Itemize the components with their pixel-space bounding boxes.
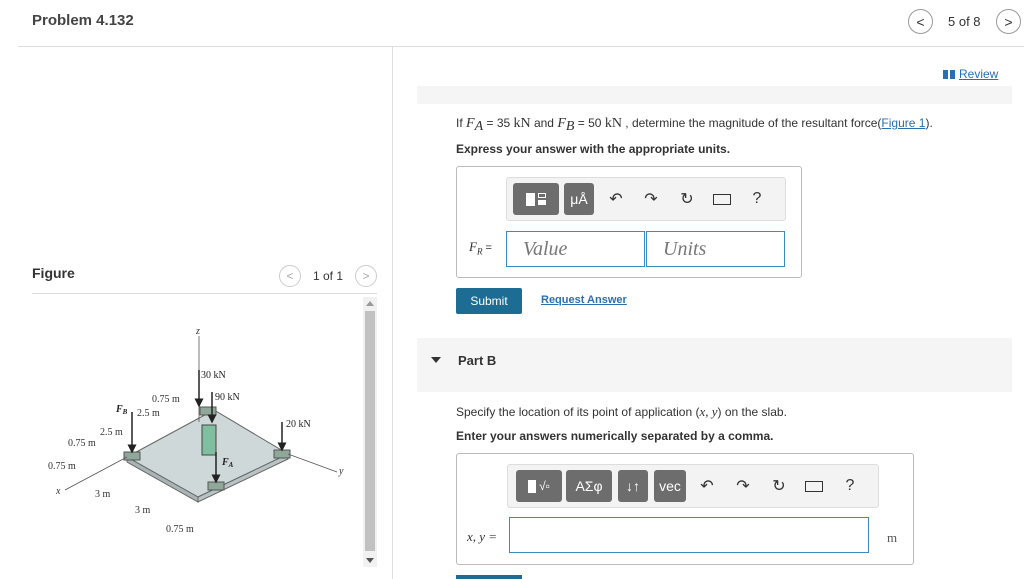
header-divider <box>18 46 1024 47</box>
chevron-left-icon: < <box>916 13 925 30</box>
template-icon: √▫ <box>528 479 550 493</box>
axis-y-label: y <box>338 466 344 477</box>
redo-icon[interactable]: ↷ <box>639 183 663 215</box>
dimension-label: 3 m <box>95 489 111 500</box>
part-b-instruction: Enter your answers numerically separated… <box>456 429 774 443</box>
chevron-right-icon: > <box>1004 13 1013 30</box>
xy-label: x, y = <box>467 529 498 544</box>
caret-down-icon[interactable] <box>431 357 441 363</box>
next-problem-button[interactable]: > <box>996 9 1021 34</box>
dimension-label: 0.75 m <box>166 524 194 535</box>
scroll-up-icon[interactable] <box>366 301 374 306</box>
dimension-label: 0.75 m <box>68 438 96 449</box>
units-button[interactable]: μÅ <box>564 183 594 215</box>
reset-icon[interactable]: ↻ <box>675 183 699 215</box>
dimension-label: 0.75 m <box>152 394 180 405</box>
axis-x-label: x <box>55 486 61 497</box>
review-link[interactable]: Review <box>943 67 998 81</box>
template-button[interactable]: √▫ <box>516 470 562 502</box>
help-button[interactable]: ? <box>745 183 769 215</box>
slab-figure: z x y 30 kN 90 kN 20 kN FB FA 0.75 m 2.5… <box>48 326 344 535</box>
top-bar: Problem 4.132 < 5 of 8 > <box>0 0 1024 47</box>
dimension-label: 3 m <box>135 505 151 516</box>
review-label: Review <box>959 67 999 81</box>
figure-link[interactable]: Figure 1 <box>881 116 925 130</box>
force-fb-label: FB <box>115 404 128 416</box>
panel-divider <box>392 47 393 579</box>
scroll-down-icon[interactable] <box>366 558 374 563</box>
vec-button[interactable]: vec <box>654 470 686 502</box>
unit-label: m <box>887 530 898 545</box>
redo-icon[interactable]: ↷ <box>731 470 755 502</box>
part-a-instruction: Express your answer with the appropriate… <box>456 142 731 156</box>
submit-button[interactable]: Submit <box>456 288 522 314</box>
force-30kn-label: 30 kN <box>201 370 226 381</box>
template-icon <box>526 192 546 206</box>
fr-label: FR = <box>469 239 492 257</box>
page-indicator: 5 of 8 <box>948 14 981 29</box>
chevron-right-icon: > <box>362 269 370 283</box>
math-toolbar: μÅ ↶ ↷ ↻ ? <box>506 177 786 221</box>
chevron-left-icon: < <box>286 269 294 283</box>
force-90kn-label: 90 kN <box>215 392 240 403</box>
previous-problem-button[interactable]: < <box>908 9 933 34</box>
undo-icon[interactable]: ↶ <box>695 470 719 502</box>
problem-title: Problem 4.132 <box>32 12 134 29</box>
value-input[interactable]: Value <box>506 231 645 267</box>
part-a-header-band <box>417 86 1012 104</box>
part-b-question: Specify the location of its point of app… <box>456 404 787 419</box>
xy-input[interactable] <box>509 517 869 553</box>
figure-scrollbar[interactable] <box>363 297 377 567</box>
request-answer-link[interactable]: Request Answer <box>541 294 627 306</box>
template-button[interactable] <box>513 183 559 215</box>
figure-title: Figure <box>32 265 75 281</box>
reset-icon[interactable]: ↻ <box>767 470 791 502</box>
keyboard-icon[interactable] <box>802 470 826 502</box>
figure-next-button[interactable]: > <box>355 265 377 287</box>
figure-divider <box>32 293 377 294</box>
scroll-thumb[interactable] <box>365 311 375 551</box>
book-icon <box>943 69 955 79</box>
part-b-header[interactable] <box>417 338 1012 392</box>
dimension-label: 2.5 m <box>100 427 123 438</box>
help-button[interactable]: ? <box>838 470 862 502</box>
greek-button[interactable]: ΑΣφ <box>566 470 612 502</box>
dimension-label: 0.75 m <box>48 461 76 472</box>
part-a-answer-box: μÅ ↶ ↷ ↻ ? FR = Value Units <box>456 166 802 278</box>
figure-previous-button[interactable]: < <box>279 265 301 287</box>
arrows-button[interactable]: ↓↑ <box>618 470 648 502</box>
part-b-submit-stub[interactable] <box>456 575 522 579</box>
part-b-answer-box: √▫ ΑΣφ ↓↑ vec ↶ ↷ ↻ ? x, y = m <box>456 453 914 565</box>
part-b-title: Part B <box>458 353 497 368</box>
keyboard-icon[interactable] <box>710 183 734 215</box>
figure-count: 1 of 1 <box>313 269 344 283</box>
units-input[interactable]: Units <box>646 231 785 267</box>
undo-icon[interactable]: ↶ <box>604 183 628 215</box>
part-a-question: If FA = 35 kN and FB = 50 kN , determine… <box>456 116 933 135</box>
dimension-label: 2.5 m <box>137 408 160 419</box>
force-20kn-label: 20 kN <box>286 419 311 430</box>
axis-z-label: z <box>195 326 200 337</box>
math-toolbar: √▫ ΑΣφ ↓↑ vec ↶ ↷ ↻ ? <box>507 464 879 508</box>
